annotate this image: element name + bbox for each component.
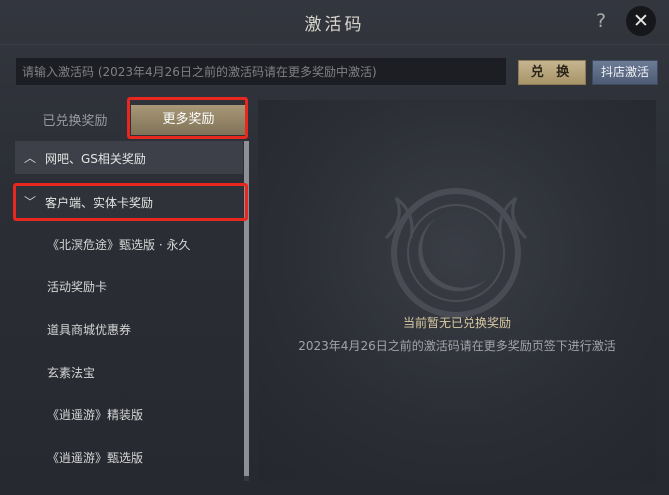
window-title: 激活码 bbox=[304, 15, 365, 35]
help-button[interactable]: ? bbox=[588, 8, 614, 34]
list-item[interactable]: 道具商城优惠券 bbox=[15, 308, 243, 348]
activation-code-window: 激活码 ? ✕ 兑 换 抖店激活 已兑换奖励 更多奖励 ① ︿ 网吧、GS相关奖… bbox=[0, 0, 669, 495]
chevron-up-icon: ︿ bbox=[24, 151, 37, 165]
empty-state-title: 当前暂无已兑换奖励 bbox=[402, 316, 511, 330]
group-label: 网吧、GS相关奖励 bbox=[45, 152, 146, 166]
highlight-box-more-rewards bbox=[127, 97, 248, 139]
list-item[interactable]: 《逍遥游》甄选版 bbox=[15, 436, 243, 476]
activation-code-input[interactable] bbox=[16, 58, 514, 85]
group-netcafe-gs[interactable]: ︿ 网吧、GS相关奖励 bbox=[15, 141, 243, 174]
redeem-button[interactable]: 兑 换 bbox=[518, 60, 586, 85]
title-bar: 激活码 ? ✕ bbox=[0, 0, 669, 45]
list-item[interactable]: 玄素法宝 bbox=[15, 351, 243, 391]
list-item[interactable]: 《逍遥游》精装版 bbox=[15, 393, 243, 433]
list-item[interactable]: 《北溟危途》甄选版 · 永久 bbox=[15, 223, 243, 263]
list-item-label: 道具商城优惠券 bbox=[47, 323, 132, 337]
redeemed-rewards-empty-panel: 当前暂无已兑换奖励 2023年4月26日之前的激活码请在更多奖励页签下进行激活 bbox=[258, 100, 656, 481]
list-item-label: 玄素法宝 bbox=[47, 366, 96, 380]
tab-redeemed-rewards[interactable]: 已兑换奖励 bbox=[25, 110, 125, 130]
douyin-activate-button[interactable]: 抖店激活 bbox=[592, 60, 658, 85]
list-item-label: 《逍遥游》精装版 bbox=[47, 408, 144, 422]
list-item[interactable]: 活动奖励卡 bbox=[15, 265, 243, 305]
list-item-label: 《北溟危途》甄选版 · 永久 bbox=[47, 238, 191, 252]
list-item-label: 活动奖励卡 bbox=[47, 280, 108, 294]
code-input-container bbox=[15, 57, 514, 86]
highlight-box-client-card-group bbox=[13, 183, 248, 221]
empty-state-description: 2023年4月26日之前的激活码请在更多奖励页签下进行激活 bbox=[298, 339, 616, 353]
list-item-label: 《逍遥游》甄选版 bbox=[47, 451, 144, 465]
close-button[interactable]: ✕ bbox=[626, 6, 656, 36]
crescent-emblem-icon bbox=[384, 188, 528, 318]
